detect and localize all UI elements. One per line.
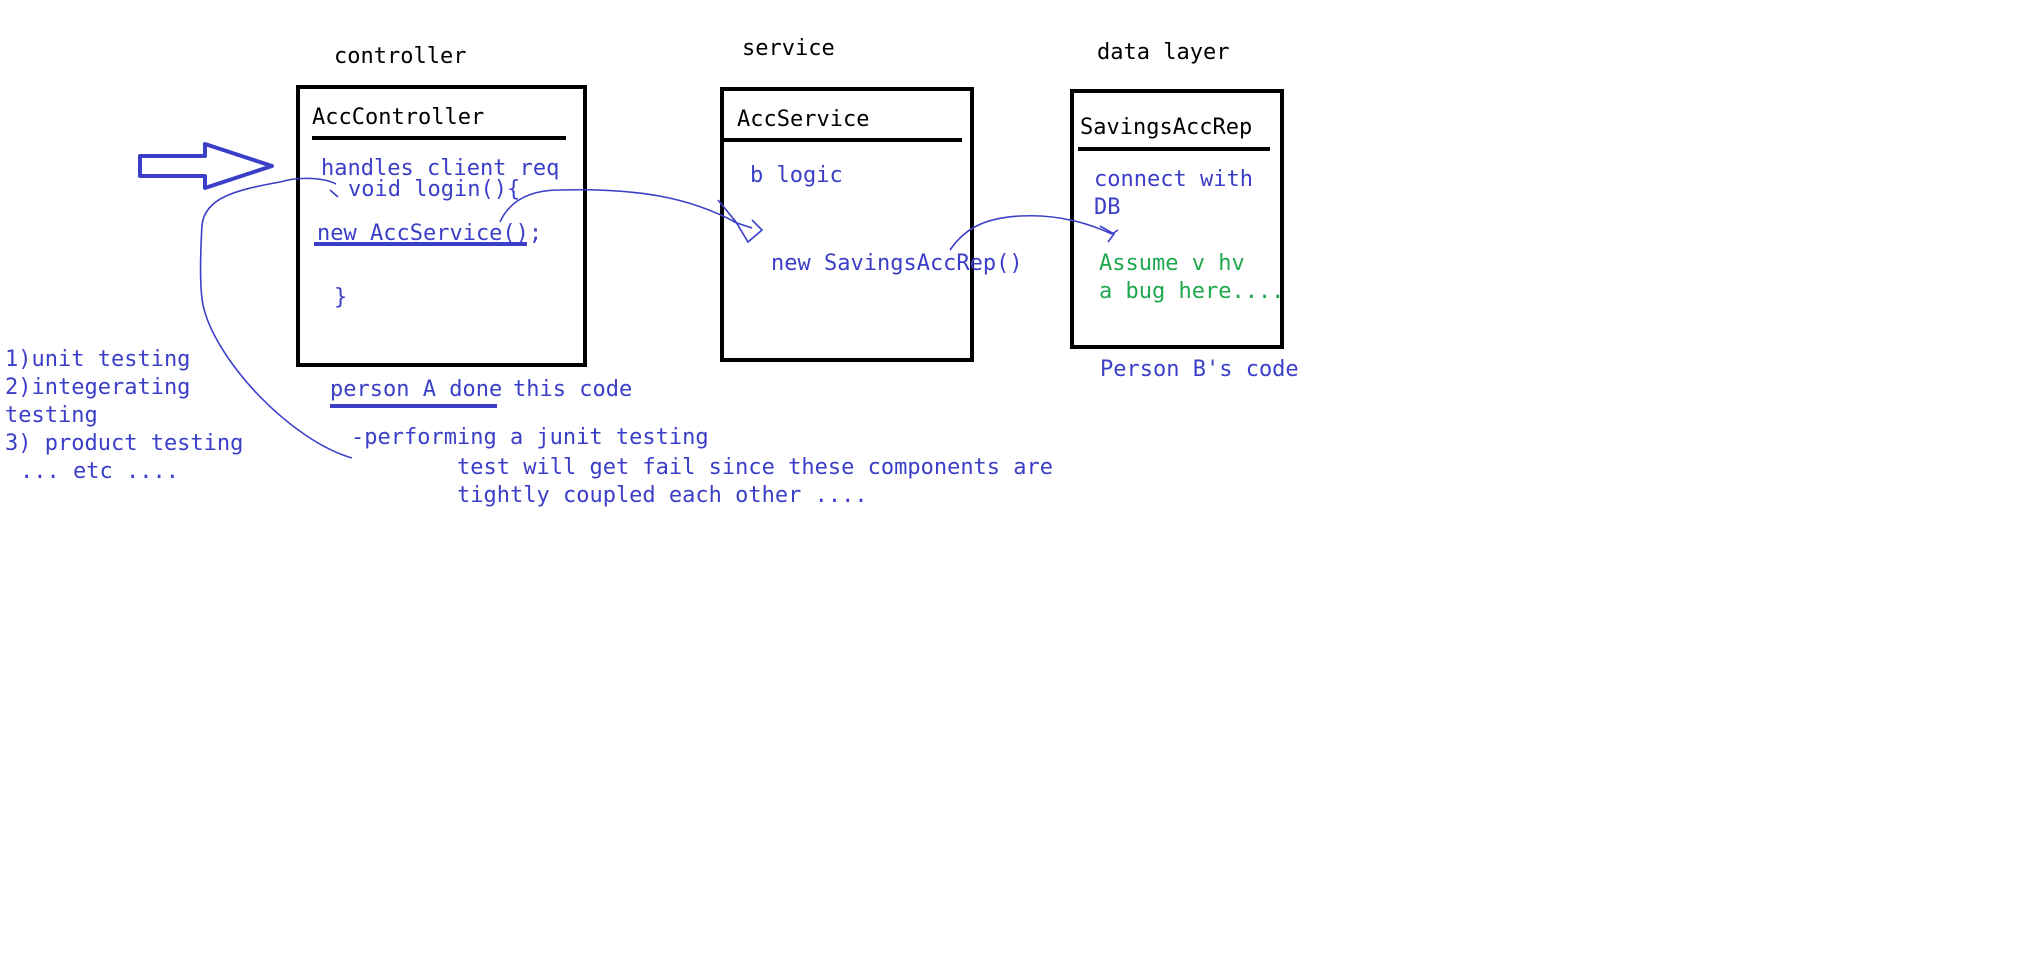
service-box-title: AccService: [737, 107, 870, 132]
controller-line-login: void login(){: [348, 177, 521, 202]
testing-list-item-1: 1)unit testing: [5, 347, 191, 372]
testing-list-item-2-cont: testing: [5, 403, 98, 428]
junit-note: -performing a junit testing: [351, 425, 709, 450]
controller-line-new-service: new AccService();: [317, 221, 543, 246]
data-line-db: DB: [1094, 195, 1121, 220]
controller-box-title: AccController: [312, 105, 485, 130]
testing-list-item-2: 2)integerating: [5, 375, 191, 400]
fail-note-line2: tightly coupled each other ....: [457, 483, 868, 508]
person-a-note-underlined: person A done: [330, 377, 503, 402]
controller-title-rule: [312, 136, 566, 140]
fail-note-line1: test will get fail since these component…: [457, 455, 1054, 480]
service-layer-label: service: [742, 36, 835, 61]
data-line-connect: connect with: [1094, 167, 1253, 192]
client-request-arrow: [138, 142, 274, 190]
bug-note-line2: a bug here....: [1099, 279, 1285, 304]
controller-layer-label: controller: [334, 44, 467, 69]
data-title-rule: [1078, 147, 1270, 151]
person-a-note-rest: this code: [513, 377, 633, 402]
person-b-note: Person B's code: [1100, 357, 1299, 382]
testing-list-item-3: 3) product testing: [5, 431, 244, 456]
controller-line-close-brace: }: [334, 285, 348, 310]
testing-list-etc: ... etc ....: [20, 459, 179, 484]
service-title-rule: [724, 138, 962, 142]
data-box-title: SavingsAccRep: [1080, 115, 1253, 140]
service-line-logic: b logic: [750, 163, 843, 188]
bug-note-line1: Assume v hv: [1099, 251, 1245, 276]
service-line-new-repo: new SavingsAccRep(): [771, 251, 1023, 276]
data-layer-label: data layer: [1097, 40, 1230, 65]
